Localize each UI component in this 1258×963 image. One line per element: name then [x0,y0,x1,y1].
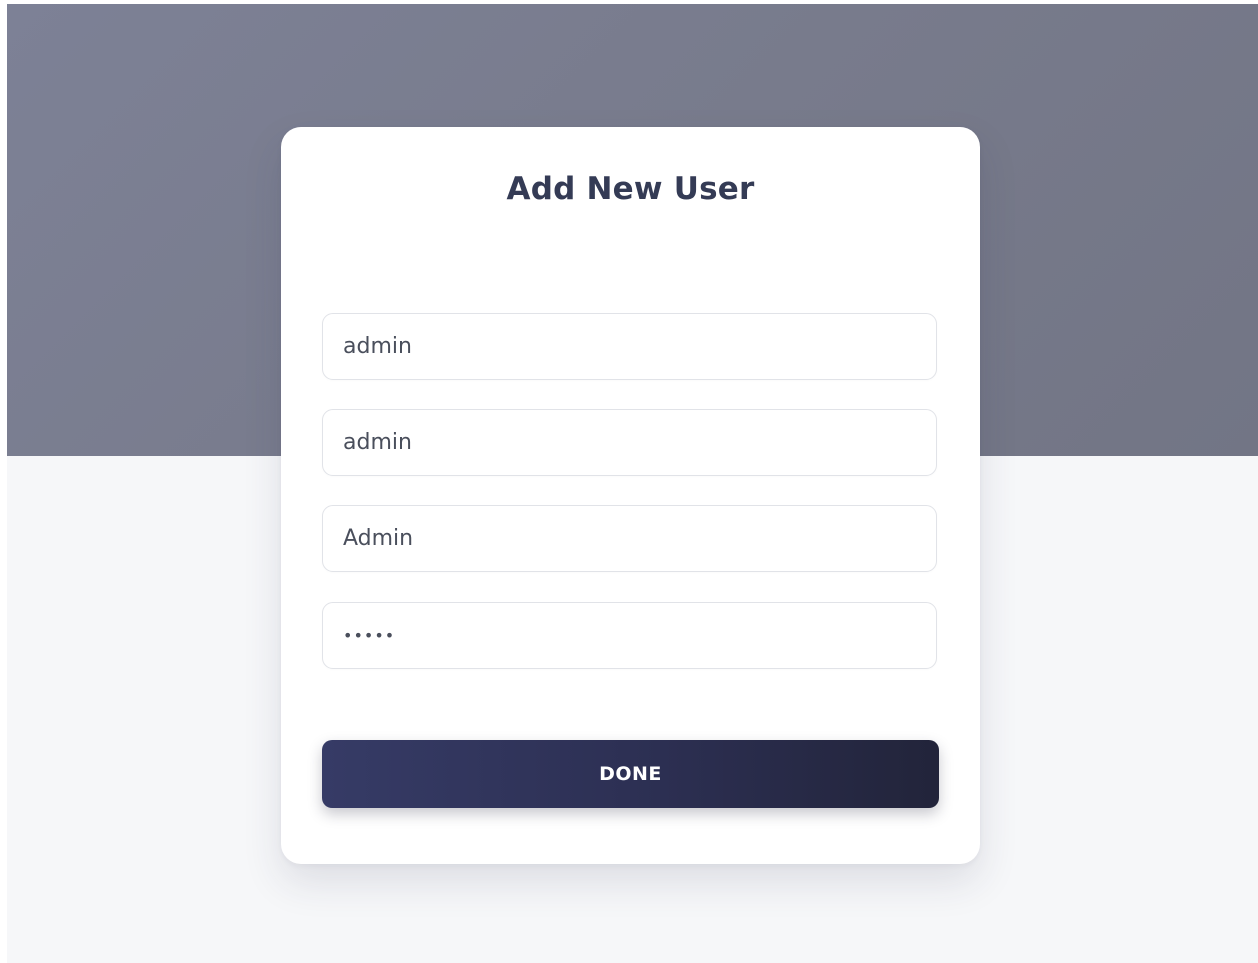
login-field[interactable] [322,409,937,476]
done-button[interactable]: DONE [322,740,939,808]
add-user-card: Add New User DONE [281,127,980,864]
password-field[interactable] [322,602,937,669]
form-title: Add New User [506,171,755,207]
role-field[interactable] [322,505,937,572]
page: Add New User DONE [7,4,1258,963]
username-field[interactable] [322,313,937,380]
